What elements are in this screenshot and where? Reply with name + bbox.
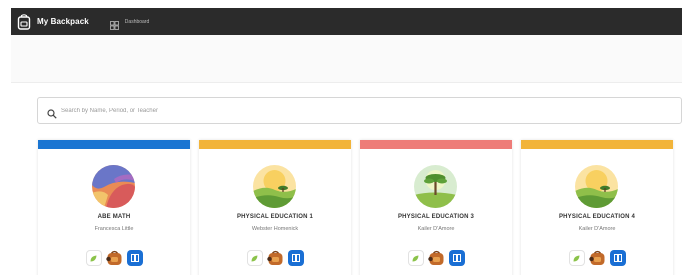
book-button[interactable] — [287, 250, 304, 266]
card-teacher: Francesca Little — [94, 226, 134, 232]
card-title: PHYSICAL EDUCATION 3 — [397, 214, 475, 220]
tree-avatar — [414, 165, 457, 208]
landscape-avatar — [253, 165, 296, 208]
card-teacher: Webster Homenick — [251, 226, 299, 232]
header-band — [11, 35, 682, 83]
backpack-button[interactable] — [105, 250, 124, 266]
backpack-icon — [266, 250, 282, 265]
card-title: PHYSICAL EDUCATION 1 — [236, 214, 314, 220]
class-card[interactable]: PHYSICAL EDUCATION 4 Kailer D'Amore — [521, 140, 673, 275]
book-icon — [291, 254, 300, 262]
search-input[interactable] — [61, 107, 361, 114]
card-teacher: Kailer D'Amore — [417, 226, 455, 232]
card-color-bar — [521, 140, 673, 149]
card-actions — [38, 250, 190, 266]
dashboard-icon — [109, 17, 119, 30]
book-button[interactable] — [609, 250, 626, 266]
backpack-icon — [105, 250, 121, 265]
backpack-button[interactable] — [427, 250, 446, 266]
leaf-icon — [90, 255, 97, 261]
class-card[interactable]: ABE MATH Francesca Little — [38, 140, 190, 275]
backpack-icon — [588, 250, 604, 265]
book-icon — [613, 254, 622, 262]
card-actions — [360, 250, 512, 266]
top-navbar: My Backpack Dashboard — [11, 8, 682, 35]
card-color-bar — [360, 140, 512, 149]
book-button[interactable] — [126, 250, 143, 266]
card-title: ABE MATH — [97, 214, 131, 220]
card-title: PHYSICAL EDUCATION 4 — [558, 214, 636, 220]
nav-dashboard-label: Dashboard — [124, 18, 150, 25]
leaf-button[interactable] — [407, 250, 424, 266]
book-icon — [452, 254, 461, 262]
book-button[interactable] — [448, 250, 465, 266]
backpack-button[interactable] — [588, 250, 607, 266]
leaf-icon — [412, 255, 419, 261]
card-color-bar — [199, 140, 351, 149]
leaf-button[interactable] — [568, 250, 585, 266]
class-card[interactable]: PHYSICAL EDUCATION 3 Kailer D'Amore — [360, 140, 512, 275]
abstract-art-avatar — [92, 165, 135, 208]
class-card[interactable]: PHYSICAL EDUCATION 1 Webster Homenick — [199, 140, 351, 275]
card-teacher: Kailer D'Amore — [578, 226, 616, 232]
leaf-icon — [251, 255, 258, 261]
backpack-icon — [427, 250, 443, 265]
app-title: My Backpack — [37, 17, 89, 26]
card-color-bar — [38, 140, 190, 149]
landscape-avatar — [575, 165, 618, 208]
card-actions — [521, 250, 673, 266]
backpack-icon — [17, 13, 31, 30]
app-logo[interactable]: My Backpack — [17, 13, 89, 30]
nav-dashboard[interactable]: Dashboard — [109, 17, 150, 30]
search-box[interactable] — [37, 97, 682, 124]
card-actions — [199, 250, 351, 266]
leaf-button[interactable] — [246, 250, 263, 266]
leaf-button[interactable] — [85, 250, 102, 266]
backpack-button[interactable] — [266, 250, 285, 266]
book-icon — [130, 254, 139, 262]
search-icon — [47, 106, 57, 119]
leaf-icon — [573, 255, 580, 261]
